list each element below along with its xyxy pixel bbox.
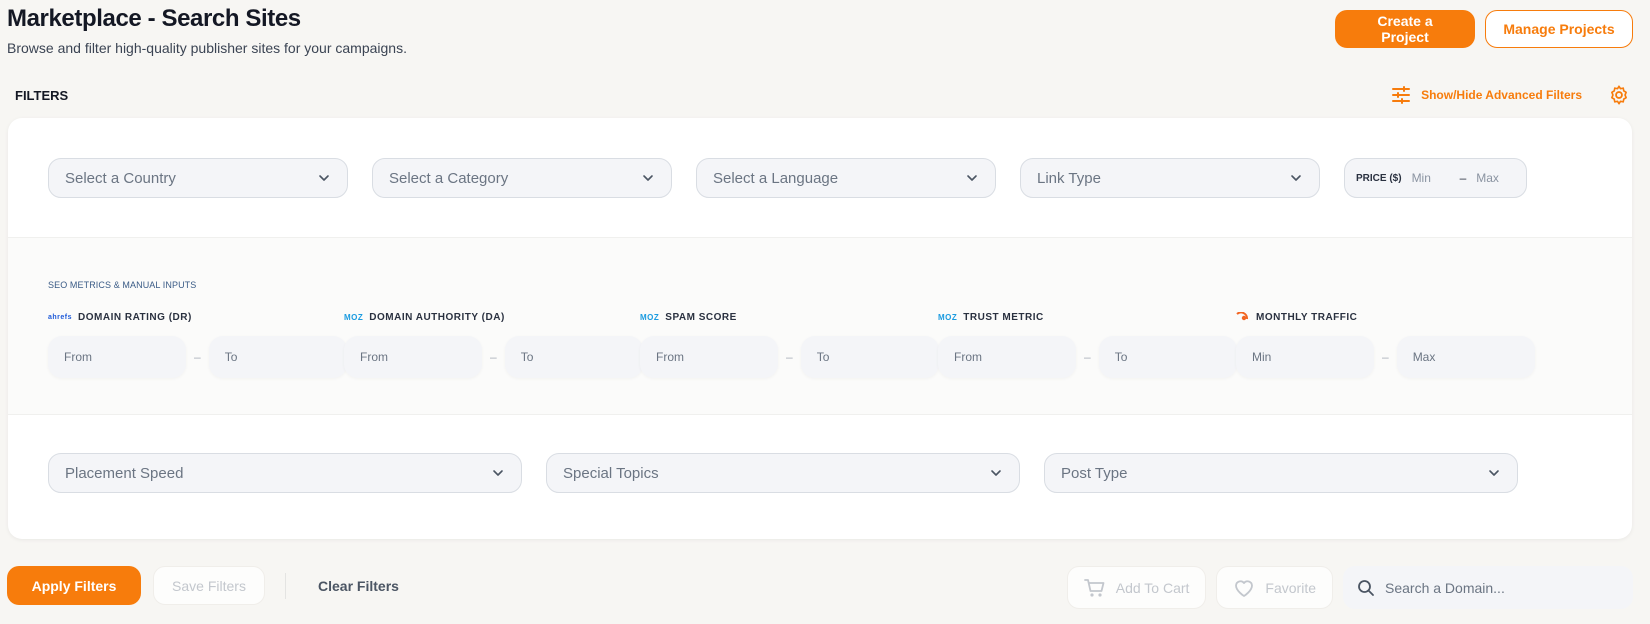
- advanced-filters-label: Show/Hide Advanced Filters: [1421, 88, 1582, 102]
- price-min-input[interactable]: Min: [1412, 171, 1450, 185]
- result-actions: Add To Cart Favorite Search a Domain...: [1066, 566, 1633, 609]
- advanced-filters-toggle[interactable]: Show/Hide Advanced Filters: [1391, 84, 1582, 106]
- filter-actions: Apply Filters Save Filters Clear Filters: [7, 566, 411, 605]
- manage-projects-button[interactable]: Manage Projects: [1485, 10, 1633, 48]
- dr-to-input[interactable]: To: [208, 336, 347, 378]
- page-header: Marketplace - Search Sites Browse and fi…: [7, 4, 407, 56]
- metric-monthly-traffic: MONTHLY TRAFFIC Min – Max: [1236, 310, 1535, 378]
- chevron-down-icon: [967, 175, 977, 181]
- metric-spam-score: MOZ SPAM SCORE From – To: [640, 310, 939, 378]
- metric-label: TRUST METRIC: [963, 311, 1044, 323]
- metric-label: DOMAIN RATING (DR): [78, 311, 192, 323]
- divider: [285, 572, 286, 599]
- category-select[interactable]: Select a Category: [372, 158, 672, 198]
- special-topics-placeholder: Special Topics: [563, 464, 659, 482]
- language-select[interactable]: Select a Language: [696, 158, 996, 198]
- chevron-down-icon: [1489, 470, 1499, 476]
- price-range: PRICE ($) Min – Max: [1344, 158, 1527, 198]
- metric-label: MONTHLY TRAFFIC: [1256, 311, 1358, 323]
- gear-icon[interactable]: [1608, 84, 1630, 106]
- add-to-cart-label: Add To Cart: [1115, 579, 1190, 596]
- ahrefs-logo-icon: ahrefs: [48, 313, 73, 321]
- favorite-label: Favorite: [1265, 579, 1316, 596]
- add-to-cart-button[interactable]: Add To Cart: [1066, 566, 1207, 609]
- create-project-button[interactable]: Create a Project: [1335, 10, 1475, 48]
- metric-domain-authority: MOZ DOMAIN AUTHORITY (DA) From – To: [344, 310, 643, 378]
- price-label: PRICE ($): [1356, 172, 1402, 184]
- metric-label: SPAM SCORE: [665, 311, 737, 323]
- clear-filters-button[interactable]: Clear Filters: [306, 578, 411, 594]
- country-select-placeholder: Select a Country: [65, 169, 176, 187]
- filters-card: Select a Country Select a Category Selec…: [8, 118, 1632, 539]
- chevron-down-icon: [493, 470, 503, 476]
- semrush-icon: [1236, 312, 1248, 321]
- advanced-filters-row: Placement Speed Special Topics Post Type: [48, 453, 1518, 493]
- spam-from-input[interactable]: From: [640, 336, 778, 378]
- country-select[interactable]: Select a Country: [48, 158, 348, 198]
- category-select-placeholder: Select a Category: [389, 169, 509, 187]
- moz-logo-icon: MOZ: [938, 312, 958, 322]
- domain-search-input[interactable]: Search a Domain...: [1343, 566, 1633, 609]
- range-separator: –: [1382, 350, 1389, 364]
- apply-filters-button[interactable]: Apply Filters: [7, 566, 141, 605]
- post-type-select[interactable]: Post Type: [1044, 453, 1518, 493]
- link-type-select[interactable]: Link Type: [1020, 158, 1320, 198]
- link-type-select-placeholder: Link Type: [1037, 169, 1101, 187]
- range-separator: –: [786, 350, 793, 364]
- save-filters-button[interactable]: Save Filters: [153, 566, 265, 605]
- traffic-max-input[interactable]: Max: [1396, 336, 1535, 378]
- chevron-down-icon: [643, 175, 653, 181]
- metric-trust: MOZ TRUST METRIC From – To: [938, 310, 1237, 378]
- chevron-down-icon: [319, 175, 329, 181]
- da-from-input[interactable]: From: [344, 336, 482, 378]
- range-separator: –: [194, 350, 201, 364]
- seo-metrics-section: SEO METRICS & MANUAL INPUTS ahrefs DOMAI…: [8, 237, 1632, 415]
- post-type-placeholder: Post Type: [1061, 464, 1128, 482]
- dr-from-input[interactable]: From: [48, 336, 186, 378]
- special-topics-select[interactable]: Special Topics: [546, 453, 1020, 493]
- cart-icon: [1083, 578, 1105, 597]
- primary-filters-row: Select a Country Select a Category Selec…: [48, 158, 1527, 198]
- placement-speed-select[interactable]: Placement Speed: [48, 453, 522, 493]
- favorite-button[interactable]: Favorite: [1216, 566, 1333, 609]
- moz-logo-icon: MOZ: [344, 312, 364, 322]
- range-separator: –: [490, 350, 497, 364]
- heart-icon: [1235, 579, 1254, 597]
- trust-from-input[interactable]: From: [938, 336, 1076, 378]
- placement-speed-placeholder: Placement Speed: [65, 464, 184, 482]
- top-actions: Create a Project Manage Projects: [1335, 10, 1633, 48]
- search-placeholder: Search a Domain...: [1385, 579, 1505, 596]
- moz-logo-icon: MOZ: [640, 312, 660, 322]
- page-subtitle: Browse and filter high-quality publisher…: [7, 40, 407, 56]
- page-title: Marketplace - Search Sites: [7, 5, 301, 32]
- price-separator: –: [1459, 171, 1467, 185]
- sliders-icon: [1392, 86, 1411, 104]
- da-to-input[interactable]: To: [504, 336, 643, 378]
- price-max-input[interactable]: Max: [1476, 171, 1514, 185]
- trust-to-input[interactable]: To: [1098, 336, 1237, 378]
- language-select-placeholder: Select a Language: [713, 169, 839, 187]
- spam-to-input[interactable]: To: [800, 336, 939, 378]
- metric-label: DOMAIN AUTHORITY (DA): [369, 311, 505, 323]
- range-separator: –: [1084, 350, 1091, 364]
- metric-domain-rating: ahrefs DOMAIN RATING (DR) From – To: [48, 310, 347, 378]
- chevron-down-icon: [1291, 175, 1301, 181]
- chevron-down-icon: [991, 470, 1001, 476]
- seo-section-title: SEO METRICS & MANUAL INPUTS: [48, 280, 197, 290]
- search-icon: [1358, 579, 1374, 596]
- traffic-min-input[interactable]: Min: [1236, 336, 1374, 378]
- filters-label: FILTERS: [15, 88, 69, 103]
